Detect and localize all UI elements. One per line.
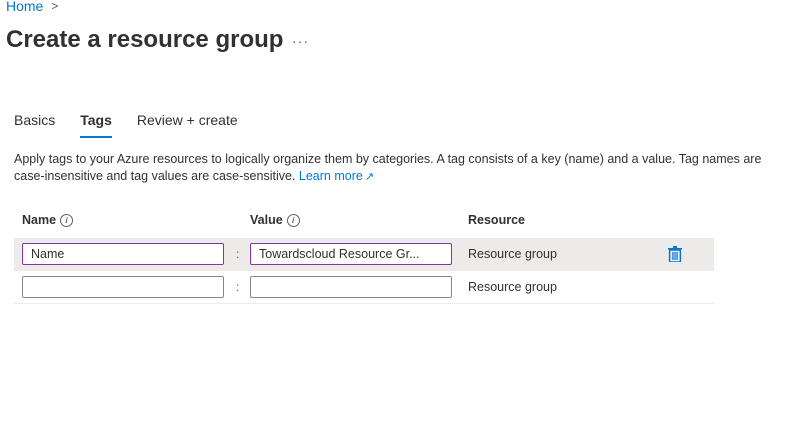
header-name: Name i (22, 213, 74, 227)
tag-value-input[interactable] (250, 243, 452, 265)
breadcrumb-home-link[interactable]: Home (6, 0, 43, 14)
header-value-label: Value (250, 213, 283, 227)
external-link-icon: ↗ (364, 171, 375, 183)
more-options-icon[interactable]: ··· (292, 33, 309, 49)
key-value-separator: : (236, 280, 240, 294)
header-name-label: Name (22, 213, 57, 227)
tags-table: Name i Value i Resource : Resource group… (14, 210, 714, 304)
page-title: Create a resource group (6, 26, 284, 53)
resource-type: Resource group (468, 280, 557, 294)
chevron-right-icon: > (51, 0, 59, 13)
tab-bar: Basics Tags Review + create (14, 110, 263, 138)
table-row: : Resource group (14, 238, 714, 271)
breadcrumb: Home > (6, 0, 58, 14)
info-icon[interactable]: i (286, 213, 300, 227)
tag-name-input[interactable] (22, 243, 224, 265)
learn-more-link[interactable]: Learn more (299, 169, 363, 183)
delete-icon[interactable] (668, 246, 682, 262)
tag-value-input[interactable] (250, 276, 452, 298)
tags-description: Apply tags to your Azure resources to lo… (14, 151, 774, 186)
info-icon[interactable]: i (60, 213, 74, 227)
key-value-separator: : (236, 247, 240, 261)
description-text: Apply tags to your Azure resources to lo… (14, 152, 762, 183)
header-resource-label: Resource (468, 213, 525, 227)
tab-tags[interactable]: Tags (80, 110, 112, 138)
header-value: Value i (250, 213, 300, 227)
table-row: : Resource group (14, 271, 714, 304)
table-header: Name i Value i Resource (14, 210, 714, 238)
tag-name-input[interactable] (22, 276, 224, 298)
resource-type: Resource group (468, 247, 557, 261)
tab-review-create[interactable]: Review + create (137, 110, 238, 138)
header-resource: Resource (468, 213, 525, 227)
tab-basics[interactable]: Basics (14, 110, 55, 138)
